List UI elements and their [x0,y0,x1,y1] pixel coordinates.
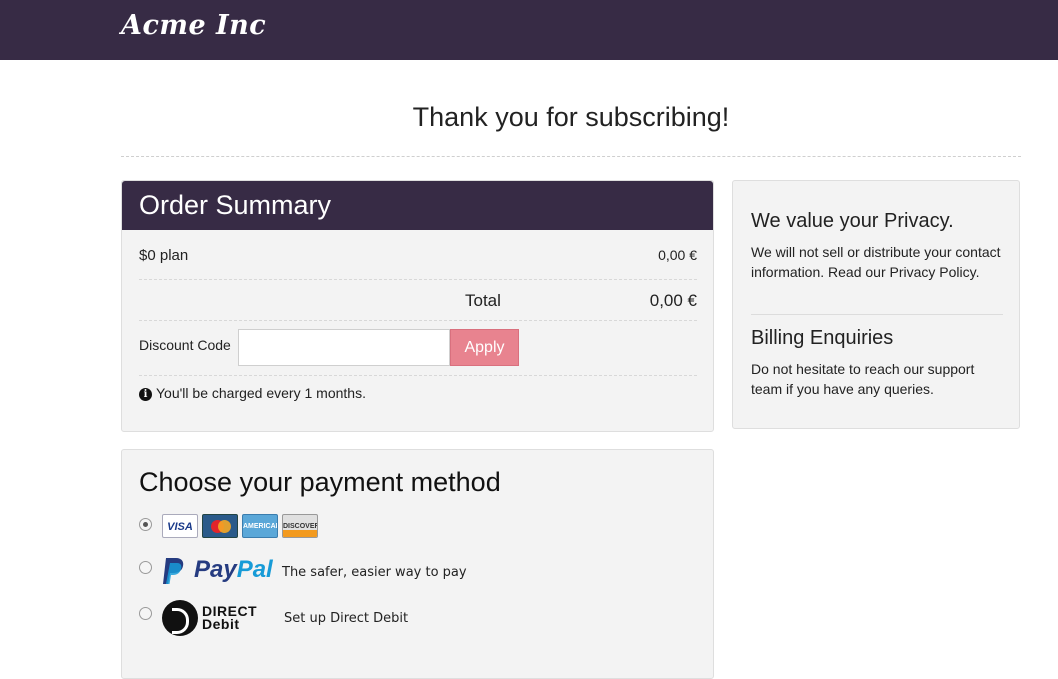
american-express-icon: AMERICAN EXPRESS [242,514,278,538]
payment-method-panel: Choose your payment method VISA AMERICAN… [121,449,714,679]
total-value: 0,00 € [649,291,697,310]
billing-title: Billing Enquiries [751,327,894,349]
discount-label: Discount Code [139,337,231,353]
direct-debit-logo: DIRECT Debit [202,603,258,632]
direct-debit-tagline: Set up Direct Debit [284,611,409,626]
title-divider [121,156,1021,157]
privacy-panel: We value your Privacy. We will not sell … [732,180,1020,429]
info-icon: i [139,388,152,401]
payment-method-title: Choose your payment method [139,467,501,497]
privacy-text: We will not sell or distribute your cont… [751,244,1001,280]
card-radio[interactable] [139,518,152,531]
top-nav-bar: Acme Inc [0,0,1058,60]
row-divider [139,320,697,321]
order-summary-panel: Order Summary $0 plan 0,00 € Total 0,00 … [121,180,714,432]
direct-debit-icon [162,600,198,636]
row-divider [139,375,697,376]
plan-label: $0 plan [139,247,189,264]
discount-code-input[interactable] [238,329,450,366]
charge-note: You'll be charged every 1 months. [156,385,366,401]
discover-icon: DISCOVER [282,514,318,538]
privacy-divider [751,314,1003,315]
order-summary-header: Order Summary [122,181,713,230]
plan-price: 0,00 € [658,247,697,263]
paypal-logo: PayPal [194,556,273,583]
privacy-title: We value your Privacy. [751,210,954,232]
plan-row: $0 plan 0,00 € [139,247,697,264]
row-divider [139,279,697,280]
direct-debit-radio[interactable] [139,607,152,620]
order-summary-title: Order Summary [139,190,332,220]
apply-discount-button[interactable]: Apply [450,329,519,366]
billing-text: Do not hesitate to reach our support tea… [751,361,975,397]
paypal-p-icon [163,558,184,584]
paypal-tagline: The safer, easier way to pay [282,565,467,580]
paypal-radio[interactable] [139,561,152,574]
total-label: Total [465,291,501,310]
visa-icon: VISA [162,514,198,538]
brand-logo[interactable]: Acme Inc [121,10,266,41]
charge-note-row: i You'll be charged every 1 months. [139,385,697,401]
page-title: Thank you for subscribing! [412,102,730,132]
mastercard-icon [202,514,238,538]
